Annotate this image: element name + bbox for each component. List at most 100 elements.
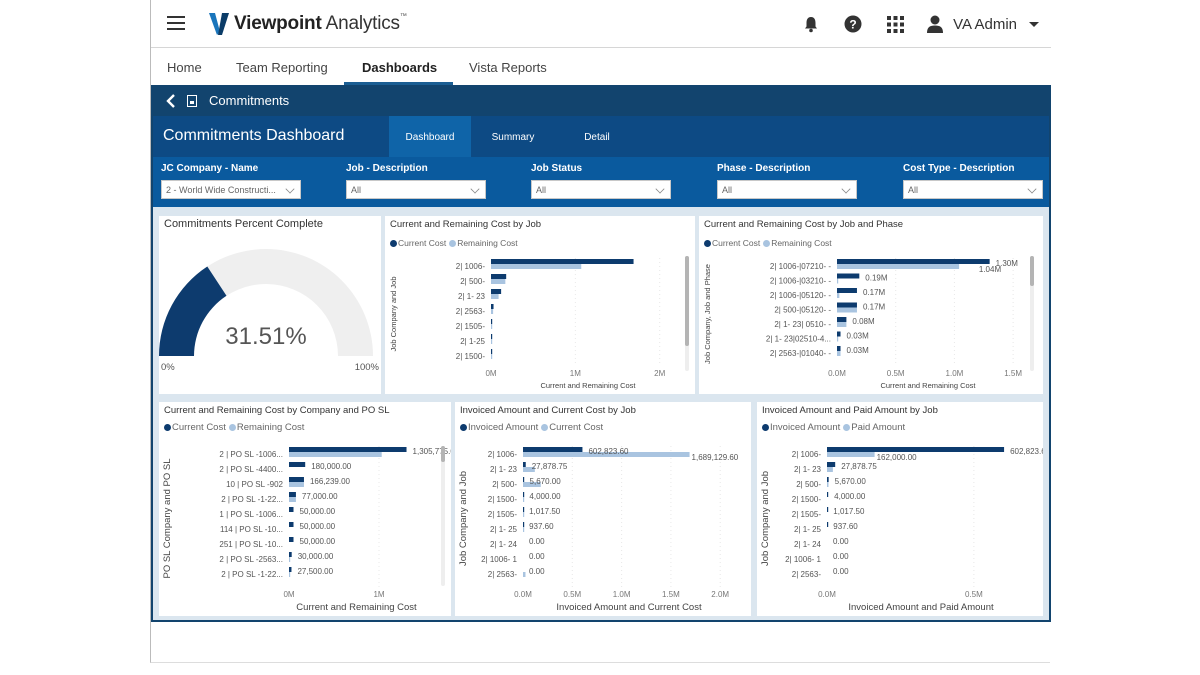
bar-primary[interactable] xyxy=(523,522,525,527)
bar-secondary[interactable] xyxy=(523,497,525,502)
bar-secondary[interactable] xyxy=(289,452,382,457)
help-icon[interactable]: ? xyxy=(843,14,863,34)
bar-secondary[interactable] xyxy=(289,572,291,577)
tab-dashboard[interactable]: Dashboard xyxy=(389,116,471,157)
gauge-card[interactable]: Commitments Percent Complete 31.51% 0% 100… xyxy=(159,216,381,394)
nav-dashboards[interactable]: Dashboards xyxy=(343,49,454,85)
bar-primary[interactable] xyxy=(491,259,634,264)
bar-primary[interactable] xyxy=(837,259,990,264)
bar-secondary[interactable] xyxy=(523,572,526,577)
bar-secondary[interactable] xyxy=(827,482,829,487)
bar-secondary[interactable] xyxy=(491,294,499,299)
bar-primary[interactable] xyxy=(289,552,292,557)
bar-primary[interactable] xyxy=(491,319,493,324)
bar-primary[interactable] xyxy=(523,507,525,512)
bar-primary[interactable] xyxy=(827,492,829,497)
bar-primary[interactable] xyxy=(827,447,1005,452)
bar-secondary[interactable] xyxy=(523,527,525,532)
bar-secondary[interactable] xyxy=(289,482,304,487)
bar-secondary[interactable] xyxy=(837,322,847,327)
bar-secondary[interactable] xyxy=(289,557,291,562)
bar-primary[interactable] xyxy=(289,447,407,452)
bar-primary[interactable] xyxy=(289,567,292,572)
bar-primary[interactable] xyxy=(523,462,526,467)
scrollbar-thumb[interactable] xyxy=(685,256,689,346)
data-label: 0.03M xyxy=(847,346,870,355)
user-menu[interactable]: VA Admin xyxy=(953,16,1017,33)
bar-primary[interactable] xyxy=(523,492,525,497)
bar-secondary[interactable] xyxy=(827,452,875,457)
tab-detail[interactable]: Detail xyxy=(555,116,639,157)
nav-team-reporting[interactable]: Team Reporting xyxy=(236,49,328,85)
invoiced-vs-paid-card[interactable]: Invoiced Amount and Paid Amount by Job In… xyxy=(757,402,1043,616)
bar-primary[interactable] xyxy=(837,346,841,351)
bar-primary[interactable] xyxy=(491,349,493,354)
invoiced-vs-current-card[interactable]: Invoiced Amount and Current Cost by Job I… xyxy=(455,402,751,616)
bar-primary[interactable] xyxy=(837,273,860,279)
bar-secondary[interactable] xyxy=(289,497,296,502)
bar-primary[interactable] xyxy=(491,304,494,309)
brand-logo[interactable]: Viewpoint Analytics™ xyxy=(208,11,407,37)
nav-vista-reports[interactable]: Vista Reports xyxy=(469,49,547,85)
bar-secondary[interactable] xyxy=(837,293,840,298)
bar-secondary[interactable] xyxy=(491,354,493,359)
apps-grid-icon[interactable] xyxy=(885,14,905,34)
bar-primary[interactable] xyxy=(523,477,525,482)
job-description-select[interactable]: All xyxy=(346,180,486,199)
cost-by-job-card[interactable]: Current and Remaining Cost by Job Current… xyxy=(385,216,695,394)
bar-primary[interactable] xyxy=(491,274,507,279)
chevron-down-icon[interactable] xyxy=(1029,21,1039,27)
chart-scrollbar[interactable] xyxy=(441,446,445,586)
bar-primary[interactable] xyxy=(837,331,841,337)
data-label: 602,823.60 xyxy=(588,447,629,456)
bar-primary[interactable] xyxy=(289,537,294,542)
bar-primary[interactable] xyxy=(827,462,836,467)
bar-primary[interactable] xyxy=(289,507,294,512)
bar-primary[interactable] xyxy=(837,302,857,308)
bar-secondary[interactable] xyxy=(837,264,960,269)
menu-icon[interactable] xyxy=(167,16,185,30)
bar-primary[interactable] xyxy=(491,289,502,294)
chart-scrollbar[interactable] xyxy=(685,256,689,371)
bar-primary[interactable] xyxy=(289,462,306,467)
bar-primary[interactable] xyxy=(523,447,583,452)
scrollbar-thumb[interactable] xyxy=(441,446,445,462)
user-icon[interactable] xyxy=(925,14,945,34)
cost-by-po-card[interactable]: Current and Remaining Cost by Company an… xyxy=(159,402,451,616)
x-tick-label: 0.5M xyxy=(965,590,983,599)
bar-primary[interactable] xyxy=(837,317,847,322)
job-status-select[interactable]: All xyxy=(531,180,671,199)
cost-by-job-phase-card[interactable]: Current and Remaining Cost by Job and Ph… xyxy=(699,216,1043,394)
bar-primary[interactable] xyxy=(491,334,493,339)
bar-secondary[interactable] xyxy=(491,264,582,269)
y-category-label: 2| 1006-|07210- - xyxy=(770,262,831,271)
bar-secondary[interactable] xyxy=(837,351,841,356)
bar-secondary[interactable] xyxy=(491,279,506,284)
bar-primary[interactable] xyxy=(837,288,857,293)
phase-description-select[interactable]: All xyxy=(717,180,857,199)
bar-secondary[interactable] xyxy=(837,336,839,342)
bar-primary[interactable] xyxy=(827,522,829,527)
x-tick-label: 0.0M xyxy=(828,369,846,378)
bar-primary[interactable] xyxy=(289,477,304,482)
scrollbar-thumb[interactable] xyxy=(1030,256,1034,286)
bar-secondary[interactable] xyxy=(491,339,493,344)
bell-icon[interactable] xyxy=(801,14,821,34)
bar-primary[interactable] xyxy=(289,522,294,527)
bar-primary[interactable] xyxy=(289,492,296,497)
jc-company-select[interactable]: 2 - World Wide Constructi... xyxy=(161,180,301,199)
bar-secondary[interactable] xyxy=(523,512,525,517)
back-arrow-icon[interactable] xyxy=(165,93,177,108)
bar-secondary[interactable] xyxy=(491,309,494,314)
bar-secondary[interactable] xyxy=(491,324,493,329)
chevron-down-icon xyxy=(655,184,665,194)
bar-primary[interactable] xyxy=(827,507,829,512)
bar-secondary[interactable] xyxy=(837,278,839,284)
nav-home[interactable]: Home xyxy=(167,49,202,85)
bar-secondary[interactable] xyxy=(827,467,833,472)
chart-scrollbar[interactable] xyxy=(1030,256,1034,371)
bar-secondary[interactable] xyxy=(837,307,857,313)
bar-primary[interactable] xyxy=(827,477,829,482)
tab-summary[interactable]: Summary xyxy=(471,116,555,157)
cost-type-select[interactable]: All xyxy=(903,180,1043,199)
